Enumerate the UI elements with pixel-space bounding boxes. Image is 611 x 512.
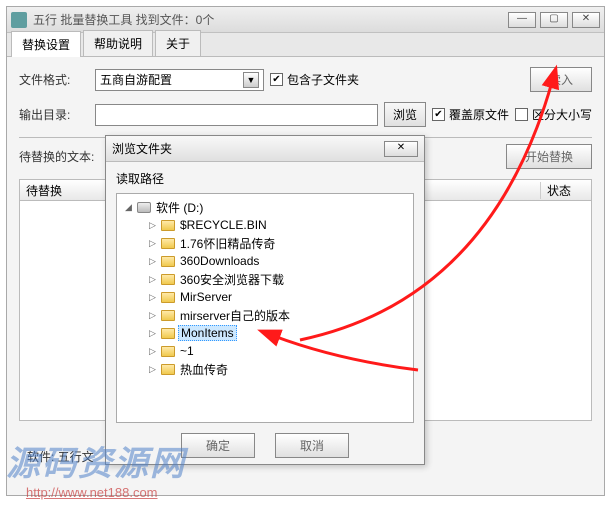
tree-item[interactable]: ▷360安全浏览器下载 <box>119 270 411 288</box>
tab-help[interactable]: 帮助说明 <box>83 30 153 56</box>
watermark-url: http://www.net188.com <box>26 485 186 500</box>
path-label: 读取路径 <box>116 170 414 187</box>
include-subfolder-checkbox[interactable]: ✔ 包含子文件夹 <box>270 71 359 88</box>
expander-icon[interactable]: ▷ <box>147 346 158 357</box>
tree-item[interactable]: ▷~1 <box>119 342 411 360</box>
column-status[interactable]: 状态 <box>541 182 591 199</box>
output-dir-input[interactable] <box>95 104 378 126</box>
tree-item[interactable]: ▷热血传奇 <box>119 360 411 378</box>
folder-icon <box>161 310 175 321</box>
folder-icon <box>161 274 175 285</box>
tree-item[interactable]: ▷360Downloads <box>119 252 411 270</box>
expander-icon[interactable]: ▷ <box>147 220 158 231</box>
window-title: 五行 批量替换工具 找到文件：0个 <box>33 11 508 28</box>
case-sensitive-checkbox[interactable]: 区分大小写 <box>515 106 592 123</box>
minimize-button[interactable]: — <box>508 12 536 28</box>
checkbox-icon: ✔ <box>432 108 445 121</box>
tab-about[interactable]: 关于 <box>155 30 201 56</box>
chevron-down-icon[interactable]: ▼ <box>243 72 259 88</box>
folder-icon <box>161 220 175 231</box>
tree-root[interactable]: ◢ 软件 (D:) <box>119 198 411 216</box>
window-buttons: — ▢ ✕ <box>508 12 600 28</box>
dialog-titlebar: 浏览文件夹 ✕ <box>106 136 424 162</box>
start-replace-button[interactable]: 开始替换 <box>506 144 592 169</box>
folder-icon <box>161 256 175 267</box>
folder-icon <box>161 328 175 339</box>
folder-tree[interactable]: ◢ 软件 (D:) ▷$RECYCLE.BIN▷1.76怀旧精品传奇▷360Do… <box>116 193 414 423</box>
checkbox-icon: ✔ <box>270 73 283 86</box>
browse-folder-dialog: 浏览文件夹 ✕ 读取路径 ◢ 软件 (D:) ▷$RECYCLE.BIN▷1.7… <box>105 135 425 465</box>
expander-icon[interactable]: ◢ <box>123 202 134 213</box>
folder-icon <box>161 346 175 357</box>
dialog-close-button[interactable]: ✕ <box>384 141 418 157</box>
folder-icon <box>161 364 175 375</box>
expander-icon[interactable]: ▷ <box>147 328 158 339</box>
expander-icon[interactable]: ▷ <box>147 364 158 375</box>
checkbox-icon <box>515 108 528 121</box>
tab-replace-settings[interactable]: 替换设置 <box>11 31 81 57</box>
watermark: 源码资源网 http://www.net188.com <box>6 436 186 500</box>
expander-icon[interactable]: ▷ <box>147 274 158 285</box>
folder-icon <box>161 238 175 249</box>
cancel-button[interactable]: 取消 <box>275 433 349 458</box>
dialog-title: 浏览文件夹 <box>112 140 172 157</box>
drive-icon <box>137 202 151 213</box>
file-format-label: 文件格式: <box>19 71 89 88</box>
expander-icon[interactable]: ▷ <box>147 310 158 321</box>
tab-bar: 替换设置 帮助说明 关于 <box>7 33 604 57</box>
expander-icon[interactable]: ▷ <box>147 238 158 249</box>
close-button[interactable]: ✕ <box>572 12 600 28</box>
watermark-text: 源码资源网 <box>6 436 186 485</box>
ok-button[interactable]: 确定 <box>181 433 255 458</box>
read-button[interactable]: 读入 <box>530 67 592 92</box>
tree-item[interactable]: ▷mirserver自己的版本 <box>119 306 411 324</box>
file-format-select[interactable]: 五商自游配置 ▼ <box>95 69 264 91</box>
tree-item[interactable]: ▷$RECYCLE.BIN <box>119 216 411 234</box>
expander-icon[interactable]: ▷ <box>147 292 158 303</box>
expander-icon[interactable]: ▷ <box>147 256 158 267</box>
browse-button[interactable]: 浏览 <box>384 102 426 127</box>
tree-item[interactable]: ▷MirServer <box>119 288 411 306</box>
file-format-value: 五商自游配置 <box>100 71 172 88</box>
folder-icon <box>161 292 175 303</box>
maximize-button[interactable]: ▢ <box>540 12 568 28</box>
app-icon <box>11 12 27 28</box>
tree-item[interactable]: ▷MonItems <box>119 324 411 342</box>
tree-item[interactable]: ▷1.76怀旧精品传奇 <box>119 234 411 252</box>
output-dir-label: 输出目录: <box>19 106 89 123</box>
replace-text-label: 待替换的文本: <box>19 148 109 165</box>
overwrite-checkbox[interactable]: ✔ 覆盖原文件 <box>432 106 509 123</box>
